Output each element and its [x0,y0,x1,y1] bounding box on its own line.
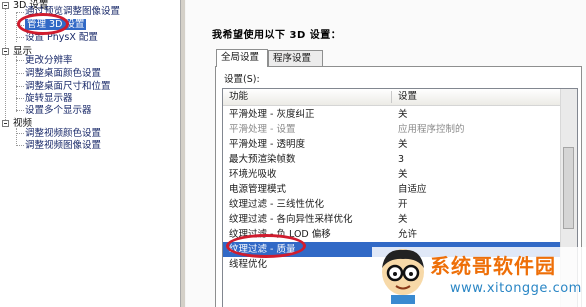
tree-item-preview-image-settings[interactable]: 通过预览调整图像设置 [25,6,120,18]
tree-line [16,56,17,112]
settings-row[interactable]: 平滑处理 - 设置 应用程序控制的 [223,122,560,137]
collapse-display-icon[interactable] [2,48,9,55]
row-feature: 纹理过滤 - 三线性优化 [229,199,324,210]
row-feature: 最大预渲染帧数 [229,154,296,165]
settings-row[interactable]: 纹理过滤 - 负 LOD 偏移 允许 [223,227,560,242]
tree-line [5,8,6,124]
tree-item-physx-configuration[interactable]: 设置 PhysX 配置 [25,32,98,44]
row-value: 应用程序控制的 [398,124,465,135]
settings-label: 设置(S): [224,74,260,85]
row-feature: 平滑处理 - 设置 [229,124,296,135]
tree-item-manage-3d-settings[interactable]: 管理 3D 设置 [25,19,87,31]
navigation-tree: 3D 设置 通过预览调整图像设置 管理 3D 设置 设置 PhysX 配置 显示… [0,0,180,307]
row-value: 关 [398,214,408,225]
column-divider[interactable] [391,91,392,103]
watermark-title: 系统哥软件园 [430,254,556,278]
selected-tree-item-label: 管理 3D 设置 [25,19,87,30]
tree-line [16,25,24,26]
row-feature: 纹理过滤 - 各向异性采样优化 [229,214,353,225]
tree-line [16,110,24,111]
tree-line [16,73,24,74]
tab-global-settings[interactable]: 全局设置 [216,49,268,67]
settings-row[interactable]: 纹理过滤 - 各向异性采样优化 关 [223,212,560,227]
row-feature: 线程优化 [229,259,268,270]
row-value: 自适应 [398,184,427,195]
list-header: 功能 设置 [223,89,560,106]
tree-line [16,145,24,146]
scrollbar-thumb[interactable] [563,147,574,229]
row-feature: 平滑处理 - 灰度纠正 [229,109,315,120]
row-feature: 环境光吸收 [229,169,277,180]
settings-row[interactable]: 平滑处理 - 灰度纠正 关 [223,107,560,122]
row-value: 关 [398,109,408,120]
collapse-3d-settings-icon[interactable] [2,2,9,9]
settings-row[interactable]: 纹理过滤 - 三线性优化 开 [223,197,560,212]
tree-line [16,128,17,146]
tree-item-multiple-displays[interactable]: 设置多个显示器 [25,105,92,117]
tree-item-rotate-display[interactable]: 旋转显示器 [25,93,73,105]
row-value: 关 [398,139,408,150]
tree-line [16,98,24,99]
settings-row[interactable]: 环境光吸收 关 [223,167,560,182]
row-value: 关 [398,169,408,180]
tree-line [16,86,24,87]
tree-item-video-color-settings[interactable]: 调整视频颜色设置 [25,128,101,140]
watermark-url: www.xitongge.com [450,281,582,296]
row-feature: 纹理过滤 - 质量 [229,244,296,255]
collapse-video-icon[interactable] [2,120,9,127]
column-header-setting[interactable]: 设置 [398,89,417,105]
column-header-feature[interactable]: 功能 [229,89,248,105]
tree-line [16,37,24,38]
tree-item-video-image-settings[interactable]: 调整视频图像设置 [25,140,101,152]
settings-row[interactable]: 最大预渲染帧数 3 [223,152,560,167]
tree-line [16,12,24,13]
row-feature: 电源管理模式 [229,184,287,195]
tree-item-change-resolution[interactable]: 更改分辨率 [25,55,73,67]
settings-row[interactable]: 平滑处理 - 透明度 关 [223,137,560,152]
tree-line [16,133,24,134]
row-value: 开 [398,199,408,210]
settings-row[interactable]: 电源管理模式 自适应 [223,182,560,197]
tab-program-settings[interactable]: 程序设置 [268,50,323,66]
row-value: 3 [398,154,405,165]
row-feature: 平滑处理 - 透明度 [229,139,305,150]
tree-item-desktop-size-position[interactable]: 调整桌面尺寸和位置 [25,81,111,93]
row-value: 允许 [398,229,418,240]
mascot-logo-icon [382,249,424,304]
tree-line [16,60,24,61]
tree-item-desktop-color-settings[interactable]: 调整桌面颜色设置 [25,68,101,80]
page-title: 我希望使用以下 3D 设置： [212,30,342,41]
row-feature: 纹理过滤 - 负 LOD 偏移 [229,229,331,240]
